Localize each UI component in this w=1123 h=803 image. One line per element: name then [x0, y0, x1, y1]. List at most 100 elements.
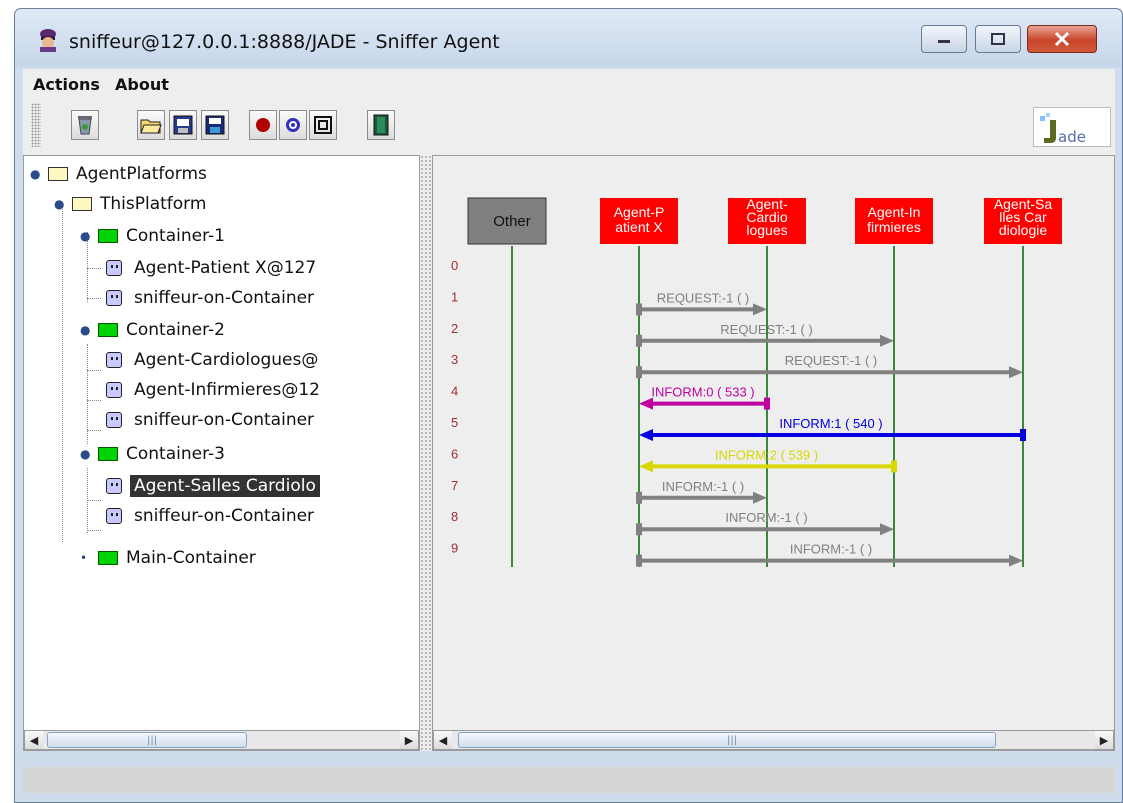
tree-node-agent[interactable]: sniffeur-on-Container — [106, 502, 318, 530]
expand-toggle-icon[interactable]: ● — [80, 229, 94, 243]
scrollbar-thumb[interactable]: ||| — [458, 732, 996, 748]
do-not-sniff-button[interactable] — [279, 110, 307, 140]
close-button[interactable] — [1027, 25, 1097, 53]
tree-node-container[interactable]: ● Container-3 — [80, 440, 229, 468]
message-arrowhead — [639, 460, 653, 473]
agent-box-label: logues — [746, 222, 787, 238]
save-icon — [205, 115, 225, 135]
sniffer-agent-icon — [40, 29, 56, 52]
message-arrowhead — [1009, 554, 1023, 567]
split-pane-divider[interactable] — [420, 155, 432, 751]
message-label: REQUEST:-1 ( ) — [720, 322, 812, 337]
menu-actions[interactable]: Actions — [33, 75, 100, 94]
close-icon — [1054, 31, 1070, 47]
clear-canvas-icon — [78, 116, 92, 135]
do-sniff-button[interactable] — [249, 110, 277, 140]
maximize-button[interactable] — [975, 25, 1021, 53]
agent-icon — [106, 478, 122, 494]
agent-box-label: diologie — [999, 222, 1047, 238]
agent-icon — [106, 290, 122, 306]
scroll-left-arrow-icon[interactable]: ◀ — [434, 731, 452, 749]
agent-box-label: atient X — [615, 219, 663, 235]
open-file-button[interactable] — [137, 110, 165, 140]
message-arrow: INFORM:-1 ( ) — [636, 479, 767, 504]
agent-icon — [106, 412, 122, 428]
minimize-button[interactable] — [921, 25, 967, 53]
toolbar-grip[interactable] — [31, 103, 41, 147]
row-number: 7 — [451, 478, 458, 493]
container-folder-icon — [98, 323, 118, 337]
tree-node-agent[interactable]: Agent-Infirmieres@12 — [106, 376, 324, 404]
exit-icon — [373, 114, 389, 136]
title-bar[interactable]: sniffeur@127.0.0.1:8888/JADE - Sniffer A… — [15, 9, 1122, 67]
message-arrowhead — [753, 491, 767, 504]
other-label: Other — [493, 213, 531, 230]
row-number: 0 — [451, 258, 458, 273]
scroll-right-arrow-icon[interactable]: ▶ — [1095, 731, 1113, 749]
message-arrowhead — [639, 429, 653, 441]
message-arrow: REQUEST:-1 ( ) — [636, 353, 1023, 379]
message-label: INFORM:-1 ( ) — [790, 542, 872, 557]
message-arrow: INFORM:-1 ( ) — [636, 510, 894, 536]
message-sequence-diagram: 0123456789 OtherAgent-Patient XAgent-Car… — [451, 196, 1062, 567]
row-number: 6 — [451, 446, 458, 461]
toolbar: ade — [23, 97, 1115, 155]
row-number: 9 — [451, 541, 458, 556]
exit-button[interactable] — [367, 110, 395, 140]
message-arrow: REQUEST:-1 ( ) — [636, 290, 767, 316]
agent-icon — [106, 382, 122, 398]
message-label: REQUEST:-1 ( ) — [657, 290, 749, 305]
tree-node-agent[interactable]: sniffeur-on-Container — [106, 284, 318, 312]
message-label: REQUEST:-1 ( ) — [785, 353, 877, 368]
do-not-sniff-icon — [286, 118, 300, 132]
scroll-left-arrow-icon[interactable]: ◀ — [25, 731, 43, 749]
message-arrowhead — [1009, 366, 1023, 379]
tree-node-agent[interactable]: Agent-Patient X@127 — [106, 254, 320, 282]
display-log-icon — [173, 115, 193, 135]
row-number: 5 — [451, 415, 458, 430]
collapse-toggle-icon[interactable]: • — [80, 551, 94, 565]
message-arrow: INFORM:2 ( 539 ) — [639, 447, 897, 473]
tree-node-container[interactable]: ● Container-1 — [80, 222, 229, 250]
do-sniff-icon — [256, 118, 270, 132]
message-arrow: INFORM:1 ( 540 ) — [639, 416, 1026, 441]
tree-node-agent[interactable]: sniffeur-on-Container — [106, 406, 318, 434]
message-arrow: REQUEST:-1 ( ) — [636, 322, 894, 347]
expand-toggle-icon[interactable]: ● — [54, 197, 68, 211]
agent-icon — [106, 508, 122, 524]
tree-node-container[interactable]: • Main-Container — [80, 544, 260, 572]
canvas-horizontal-scrollbar[interactable]: ◀ ||| ▶ — [433, 730, 1114, 750]
scroll-right-arrow-icon[interactable]: ▶ — [400, 731, 418, 749]
clear-canvas-button[interactable] — [71, 110, 99, 140]
tree-node-agentplatforms[interactable]: ● AgentPlatforms — [30, 160, 211, 188]
tree-node-agent-selected[interactable]: Agent-Salles Cardiolo — [106, 472, 320, 500]
maximize-icon — [991, 33, 1005, 45]
expand-toggle-icon[interactable]: ● — [80, 447, 94, 461]
expand-toggle-icon[interactable]: ● — [30, 167, 44, 181]
expand-toggle-icon[interactable]: ● — [80, 323, 94, 337]
container-folder-icon — [98, 551, 118, 565]
message-arrow: INFORM:0 ( 533 ) — [639, 385, 770, 410]
show-only-button[interactable] — [309, 110, 337, 140]
agent-icon — [106, 260, 122, 276]
display-log-button[interactable] — [169, 110, 197, 140]
message-label: INFORM:-1 ( ) — [725, 510, 807, 525]
svg-text:ade: ade — [1058, 128, 1086, 146]
agent-tree[interactable]: ● AgentPlatforms ● ThisPlatform ● Contai… — [23, 155, 420, 751]
row-number: 2 — [451, 321, 458, 336]
sniffer-window: sniffeur@127.0.0.1:8888/JADE - Sniffer A… — [14, 8, 1123, 803]
message-label: INFORM:2 ( 539 ) — [715, 447, 818, 462]
tree-node-container[interactable]: ● Container-2 — [80, 316, 229, 344]
sniffer-canvas[interactable]: 0123456789 Other Agent-P atient X Agent- Car… — [432, 155, 1115, 751]
window-title: sniffeur@127.0.0.1:8888/JADE - Sniffer A… — [69, 31, 500, 53]
agent-box-label: Agent-In — [868, 204, 921, 220]
save-button[interactable] — [201, 110, 229, 140]
tree-horizontal-scrollbar[interactable]: ◀ ||| ▶ — [24, 730, 419, 750]
tree-node-agent[interactable]: Agent-Cardiologues@ — [106, 346, 322, 374]
row-number: 4 — [451, 384, 458, 399]
scrollbar-thumb[interactable]: ||| — [47, 732, 247, 748]
tree-node-thisplatform[interactable]: ● ThisPlatform — [54, 190, 210, 218]
row-number: 1 — [451, 289, 458, 304]
menu-about[interactable]: About — [115, 75, 169, 94]
show-only-icon — [314, 116, 332, 134]
